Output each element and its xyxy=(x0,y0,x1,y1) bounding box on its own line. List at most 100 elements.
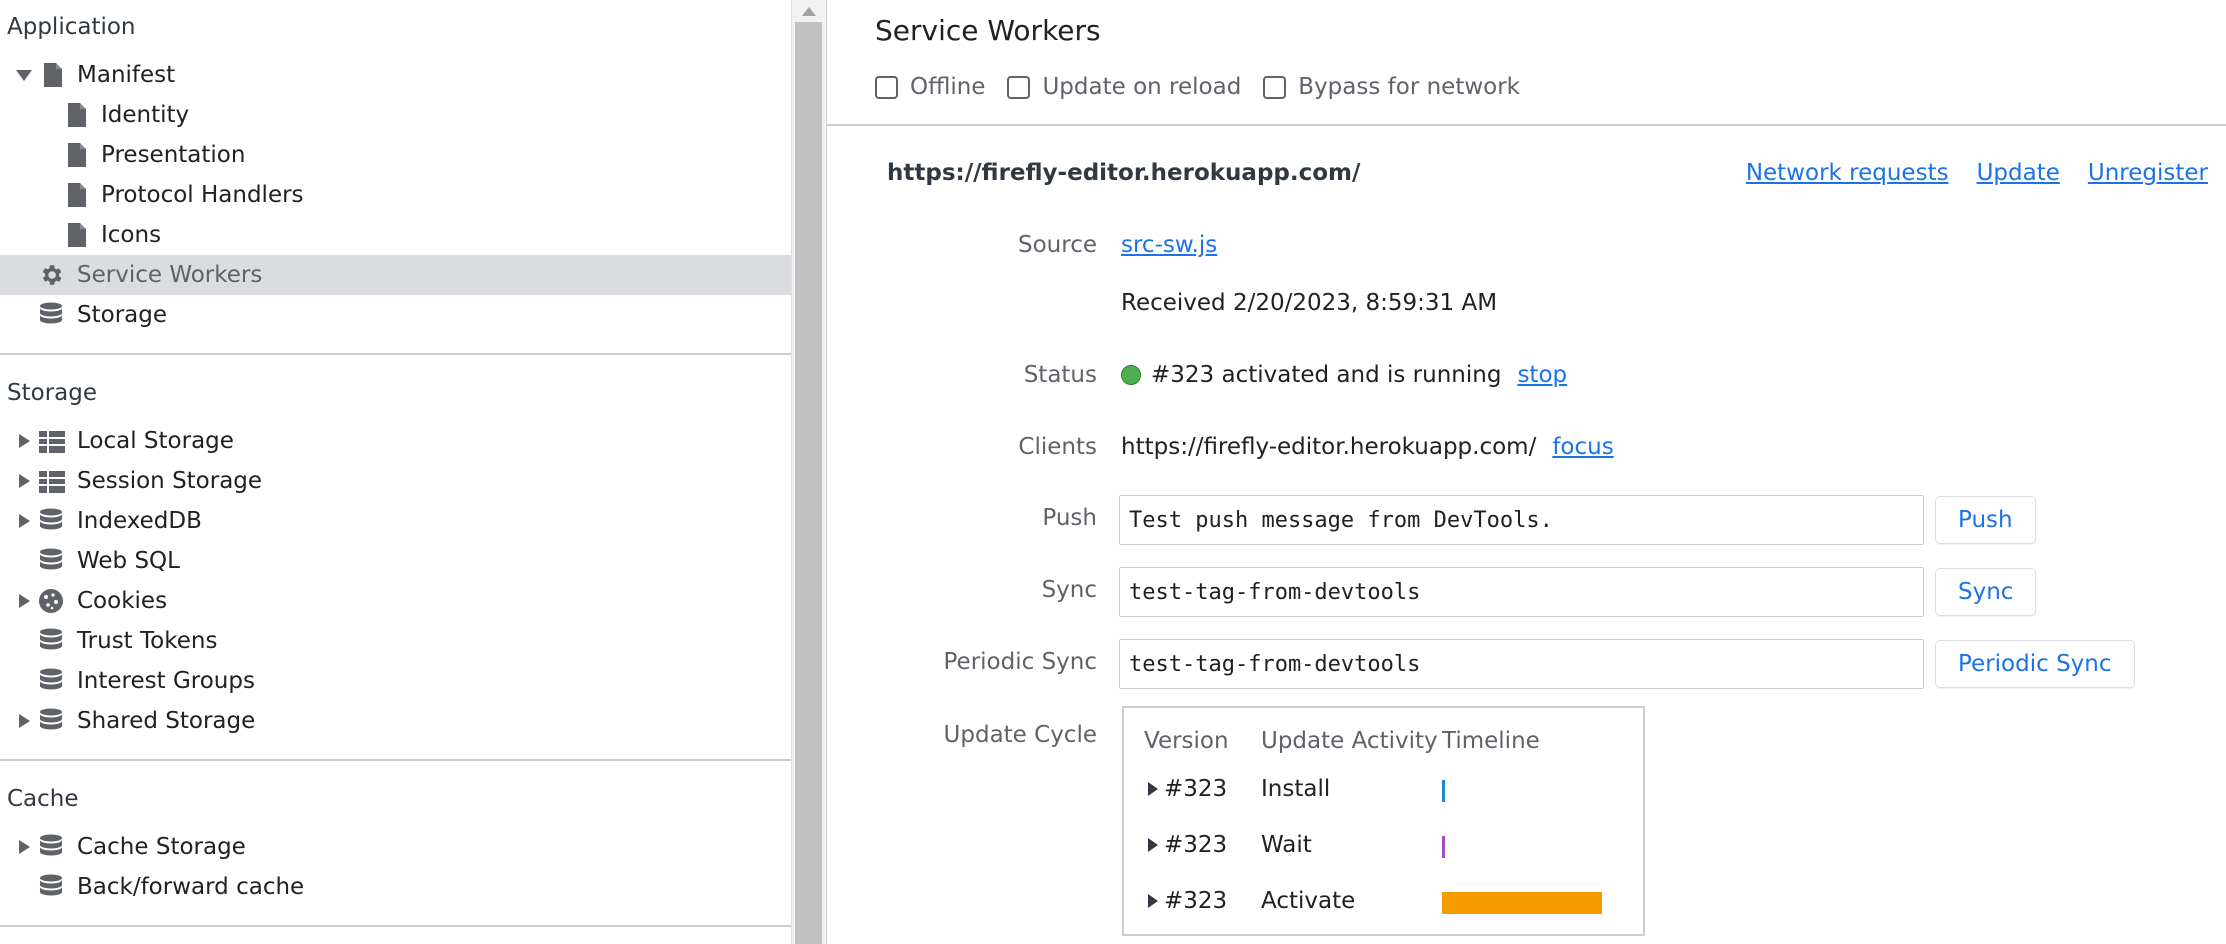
client-url: https://firefly-editor.herokuapp.com/ xyxy=(1121,434,1537,460)
checkbox-box[interactable] xyxy=(875,75,898,99)
sidebar-item-label: IndexedDB xyxy=(77,508,202,534)
sidebar-item-label: Protocol Handlers xyxy=(101,182,304,208)
section-divider xyxy=(0,925,791,927)
timeline-bar-activate xyxy=(1442,892,1602,914)
section-header-storage: Storage xyxy=(7,380,97,406)
focus-link[interactable]: focus xyxy=(1552,434,1613,460)
file-icon xyxy=(64,142,90,168)
expand-triangle-icon[interactable] xyxy=(1148,782,1158,796)
network-requests-link[interactable]: Network requests xyxy=(1746,160,1949,186)
chevron-right-icon[interactable] xyxy=(16,513,32,529)
source-label: Source xyxy=(1018,232,1097,258)
file-icon xyxy=(64,182,90,208)
sidebar: Application Manifest Identity Presentati… xyxy=(0,0,791,944)
sidebar-item-label: Storage xyxy=(77,302,167,328)
update-on-reload-checkbox[interactable]: Update on reload xyxy=(1007,74,1241,100)
push-button[interactable]: Push xyxy=(1935,496,2036,544)
sidebar-item-web-sql[interactable]: Web SQL xyxy=(0,541,791,581)
sidebar-item-interest-groups[interactable]: Interest Groups xyxy=(0,661,791,701)
sync-input[interactable] xyxy=(1119,567,1924,617)
sidebar-item-back-forward-cache[interactable]: Back/forward cache xyxy=(0,867,791,907)
status-text: #323 activated and is running xyxy=(1151,362,1502,388)
database-icon xyxy=(38,834,64,860)
timeline-bar-wait xyxy=(1442,836,1445,858)
clients-label: Clients xyxy=(1018,434,1097,460)
section-header-cache: Cache xyxy=(7,786,79,812)
chevron-right-icon[interactable] xyxy=(16,713,32,729)
checkbox-box[interactable] xyxy=(1263,75,1287,99)
database-icon xyxy=(38,708,64,734)
chevron-down-icon[interactable] xyxy=(16,67,32,83)
file-icon xyxy=(64,222,90,248)
database-icon xyxy=(38,548,64,574)
source-value: src-sw.js xyxy=(1121,232,1217,258)
sidebar-item-manifest[interactable]: Manifest xyxy=(0,55,791,95)
row-version: #323 xyxy=(1164,776,1228,802)
sidebar-item-label: Interest Groups xyxy=(77,668,255,694)
scrollbar-thumb[interactable] xyxy=(795,22,822,944)
sidebar-item-label: Manifest xyxy=(77,62,176,88)
sidebar-item-protocol-handlers[interactable]: Protocol Handlers xyxy=(0,175,791,215)
sidebar-item-label: Identity xyxy=(101,102,190,128)
row-version: #323 xyxy=(1164,832,1228,858)
chevron-right-icon[interactable] xyxy=(16,433,32,449)
row-activity: Wait xyxy=(1261,832,1312,858)
sidebar-item-label: Presentation xyxy=(101,142,246,168)
periodic-sync-button[interactable]: Periodic Sync xyxy=(1935,640,2135,688)
sidebar-item-local-storage[interactable]: Local Storage xyxy=(0,421,791,461)
sidebar-item-label: Service Workers xyxy=(77,262,263,288)
sidebar-item-session-storage[interactable]: Session Storage xyxy=(0,461,791,501)
chevron-right-icon[interactable] xyxy=(16,473,32,489)
sidebar-item-cache-storage[interactable]: Cache Storage xyxy=(0,827,791,867)
sync-button[interactable]: Sync xyxy=(1935,568,2037,616)
scroll-up-arrow-icon[interactable] xyxy=(792,0,825,22)
sidebar-item-shared-storage[interactable]: Shared Storage xyxy=(0,701,791,741)
sidebar-scrollbar[interactable] xyxy=(791,0,825,944)
grid-icon xyxy=(39,429,65,455)
chevron-right-icon[interactable] xyxy=(16,839,32,855)
update-link[interactable]: Update xyxy=(1977,160,2060,186)
sidebar-item-service-workers[interactable]: Service Workers xyxy=(0,255,791,295)
sidebar-item-indexeddb[interactable]: IndexedDB xyxy=(0,501,791,541)
checkbox-box[interactable] xyxy=(1007,75,1031,99)
row-activity: Install xyxy=(1261,776,1331,802)
table-row[interactable]: #323 Wait xyxy=(1124,826,1643,866)
status-value: #323 activated and is running stop xyxy=(1121,362,1567,388)
section-header-application: Application xyxy=(7,14,136,40)
push-input[interactable] xyxy=(1119,495,1924,545)
sidebar-item-cookies[interactable]: Cookies xyxy=(0,581,791,621)
database-icon xyxy=(38,628,64,654)
expand-triangle-icon[interactable] xyxy=(1148,838,1158,852)
column-header-update-activity: Update Activity xyxy=(1261,728,1438,754)
unregister-link[interactable]: Unregister xyxy=(2088,160,2208,186)
sidebar-item-identity[interactable]: Identity xyxy=(0,95,791,135)
sidebar-item-label: Cache Storage xyxy=(77,834,246,860)
update-cycle-table: Version Update Activity Timeline #323 In… xyxy=(1122,706,1645,936)
table-row[interactable]: #323 Activate xyxy=(1124,882,1643,922)
row-activity: Activate xyxy=(1261,888,1356,914)
source-received: Received 2/20/2023, 8:59:31 AM xyxy=(1121,290,1498,316)
sidebar-item-icons[interactable]: Icons xyxy=(0,215,791,255)
timeline-bar-install xyxy=(1442,780,1445,802)
table-row[interactable]: #323 Install xyxy=(1124,770,1643,810)
sidebar-item-label: Shared Storage xyxy=(77,708,256,734)
sidebar-item-label: Back/forward cache xyxy=(77,874,305,900)
expand-triangle-icon[interactable] xyxy=(1148,894,1158,908)
source-file-link[interactable]: src-sw.js xyxy=(1121,232,1217,258)
offline-checkbox[interactable]: Offline xyxy=(875,74,985,100)
origin-url: https://firefly-editor.herokuapp.com/ xyxy=(887,160,1361,186)
bypass-for-network-checkbox[interactable]: Bypass for network xyxy=(1263,74,1520,100)
sidebar-item-label: Cookies xyxy=(77,588,168,614)
sidebar-item-storage[interactable]: Storage xyxy=(0,295,791,335)
periodic-sync-input[interactable] xyxy=(1119,639,1924,689)
sidebar-item-label: Icons xyxy=(101,222,162,248)
clients-value: https://firefly-editor.herokuapp.com/ fo… xyxy=(1121,434,1614,460)
stop-link[interactable]: stop xyxy=(1517,362,1567,388)
sidebar-item-trust-tokens[interactable]: Trust Tokens xyxy=(0,621,791,661)
database-icon xyxy=(38,874,64,900)
chevron-right-icon[interactable] xyxy=(16,593,32,609)
sidebar-item-presentation[interactable]: Presentation xyxy=(0,135,791,175)
database-icon xyxy=(38,508,64,534)
service-workers-panel: Service Workers Offline Update on reload… xyxy=(826,0,2226,944)
offline-label: Offline xyxy=(910,74,986,100)
